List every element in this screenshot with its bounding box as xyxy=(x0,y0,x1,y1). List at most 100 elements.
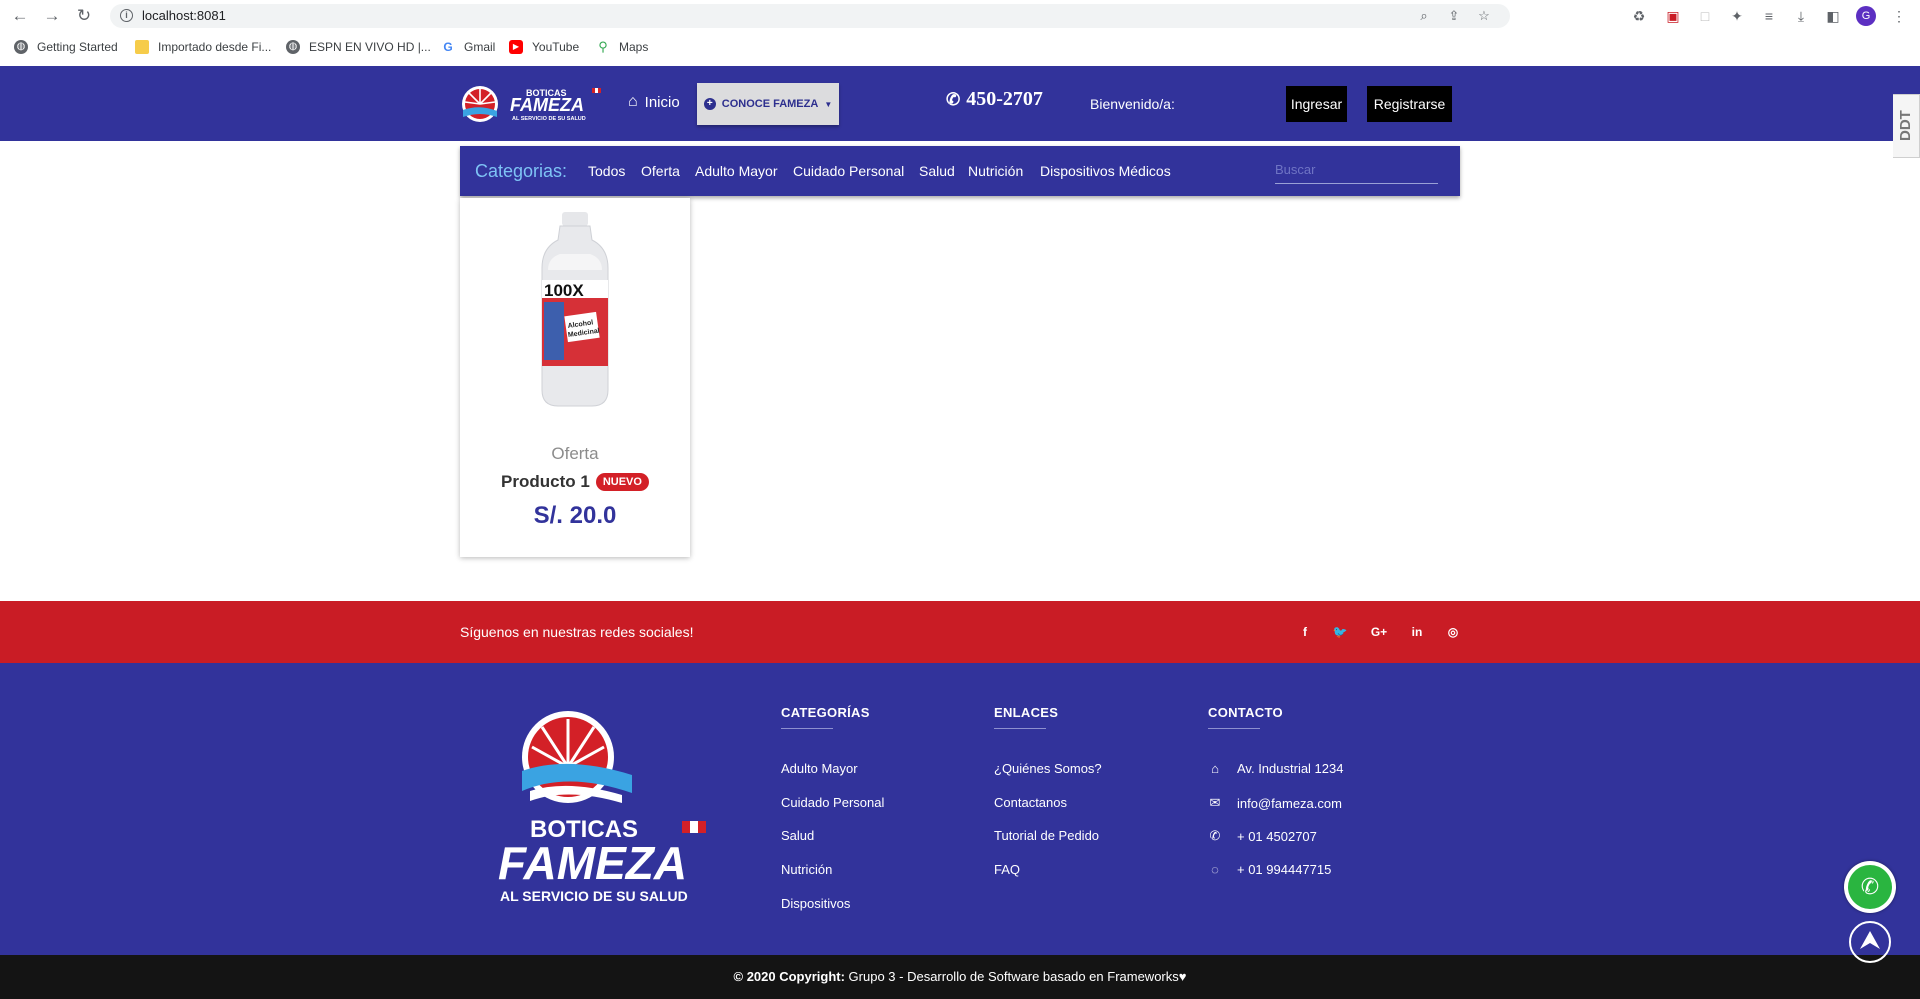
logo-main-text: FAMEZA xyxy=(510,95,584,115)
side-panel-icon[interactable]: ◧ xyxy=(1824,7,1842,25)
back-icon[interactable]: ← xyxy=(10,6,30,26)
category-dispositivos-medicos[interactable]: Dispositivos Médicos xyxy=(1040,163,1171,179)
google-icon: G xyxy=(443,40,453,54)
bookmark-star-icon[interactable]: ☆ xyxy=(1475,8,1493,24)
profile-avatar[interactable]: G xyxy=(1856,6,1876,26)
whatsapp-icon: ✆ xyxy=(1848,865,1892,909)
footer-link-tutorial[interactable]: Tutorial de Pedido xyxy=(994,828,1099,843)
register-button[interactable]: Registrarse xyxy=(1367,86,1452,122)
footer-link-dispositivos[interactable]: Dispositivos xyxy=(781,896,850,911)
footer-contacto: CONTACTO xyxy=(1208,705,1283,729)
bookmark-label: Importado desde Fi... xyxy=(158,40,272,54)
download-icon[interactable]: ⤓ xyxy=(1792,7,1810,25)
category-oferta[interactable]: Oferta xyxy=(641,163,680,179)
category-salud[interactable]: Salud xyxy=(919,163,955,179)
category-adulto-mayor[interactable]: Adulto Mayor xyxy=(695,163,777,179)
site-header: BOTICAS FAMEZA AL SERVICIO DE SU SALUD ⌂… xyxy=(0,66,1920,141)
nav-home-link[interactable]: ⌂ Inicio xyxy=(628,93,680,111)
search-input[interactable] xyxy=(1275,156,1438,184)
product-image[interactable]: 100X Alcohol Medicinal xyxy=(530,210,620,410)
scroll-to-top-button[interactable] xyxy=(1849,921,1891,963)
extensions-puzzle-icon[interactable]: ✦ xyxy=(1728,7,1746,25)
zoom-icon[interactable]: ⌕ xyxy=(1415,8,1433,24)
share-icon[interactable]: ⇪ xyxy=(1445,8,1463,24)
globe-icon: ◍ xyxy=(286,40,300,54)
footer-link-contactanos[interactable]: Contactanos xyxy=(994,795,1067,810)
contact-text: + 01 994447715 xyxy=(1237,862,1332,877)
extension-recycle-icon[interactable]: ♻ xyxy=(1630,7,1648,25)
instagram-icon[interactable]: ◎ xyxy=(1443,623,1463,641)
menu-kebab-icon[interactable]: ⋮ xyxy=(1890,7,1908,25)
linkedin-icon[interactable]: in xyxy=(1407,623,1427,641)
facebook-icon[interactable]: f xyxy=(1295,623,1315,641)
product-name[interactable]: Producto 1 xyxy=(501,472,590,492)
home-icon: ⌂ xyxy=(628,93,638,110)
bookmark-youtube[interactable]: ▶ YouTube xyxy=(509,39,579,55)
google-plus-icon[interactable]: G+ xyxy=(1369,623,1389,641)
footer-categorias: CATEGORÍAS xyxy=(781,705,870,729)
footer-link-cuidado-personal[interactable]: Cuidado Personal xyxy=(781,795,884,810)
footer-logo: BOTICAS FAMEZA AL SERVICIO DE SU SALUD xyxy=(498,711,706,904)
browser-toolbar: ← → ↻ i localhost:8081 ⌕ ⇪ ☆ ♻ ▣ □ ✦ ≡ ⤓… xyxy=(0,0,1920,32)
extension-blank-icon[interactable]: □ xyxy=(1696,7,1714,25)
dropdown-label: CONOCE FAMEZA xyxy=(721,98,819,110)
globe-icon: ◍ xyxy=(14,40,28,54)
contact-whatsapp: ◌ + 01 994447715 xyxy=(1207,862,1331,877)
contact-text[interactable]: info@fameza.com xyxy=(1237,796,1342,811)
category-todos[interactable]: Todos xyxy=(588,163,625,179)
twitter-icon[interactable]: 🐦 xyxy=(1330,623,1350,641)
folder-icon xyxy=(135,40,149,54)
contact-email: ✉ info@fameza.com xyxy=(1207,795,1342,811)
bookmark-getting-started[interactable]: ◍ Getting Started xyxy=(14,39,118,55)
site-info-icon[interactable]: i xyxy=(120,9,133,22)
bookmark-importado[interactable]: Importado desde Fi... xyxy=(135,39,271,55)
footer-logo-main: FAMEZA xyxy=(498,837,687,889)
category-cuidado-personal[interactable]: Cuidado Personal xyxy=(793,163,904,179)
footer: BOTICAS FAMEZA AL SERVICIO DE SU SALUD C… xyxy=(0,663,1920,955)
bookmark-label: Getting Started xyxy=(37,40,118,54)
fameza-logo[interactable]: BOTICAS FAMEZA AL SERVICIO DE SU SALUD xyxy=(460,84,605,124)
social-text: Síguenos en nuestras redes sociales! xyxy=(460,624,694,640)
product-price: S/. 20.0 xyxy=(533,502,617,529)
nav-home-label: Inicio xyxy=(644,93,680,111)
product-card[interactable]: 100X Alcohol Medicinal Oferta Producto 1… xyxy=(460,198,690,557)
footer-link-salud[interactable]: Salud xyxy=(781,828,814,843)
footer-link-quienes-somos[interactable]: ¿Quiénes Somos? xyxy=(994,761,1102,776)
bookmark-espn[interactable]: ◍ ESPN EN VIVO HD |... xyxy=(286,39,431,55)
footer-link-faq[interactable]: FAQ xyxy=(994,862,1020,877)
home-icon: ⌂ xyxy=(1211,761,1219,776)
product-label-brand: 100X xyxy=(544,281,584,300)
category-nutricion[interactable]: Nutrición xyxy=(968,163,1023,179)
contact-address: ⌂ Av. Industrial 1234 xyxy=(1207,761,1343,776)
phone-icon: ✆ xyxy=(1209,828,1221,843)
bookmark-label: Gmail xyxy=(464,40,496,54)
contact-text: + 01 4502707 xyxy=(1237,828,1317,844)
contact-text: Av. Industrial 1234 xyxy=(1237,761,1344,776)
whatsapp-icon: ◌ xyxy=(1211,862,1219,877)
bookmark-label: ESPN EN VIVO HD |... xyxy=(309,40,431,54)
phone-number: 450-2707 xyxy=(966,88,1043,110)
reload-icon[interactable]: ↻ xyxy=(74,6,94,26)
footer-link-nutricion[interactable]: Nutrición xyxy=(781,862,832,877)
forward-icon[interactable]: → xyxy=(42,6,62,26)
footer-link-adulto-mayor[interactable]: Adulto Mayor xyxy=(781,761,858,776)
login-button[interactable]: Ingresar xyxy=(1286,86,1347,122)
debug-toolbar-tab[interactable]: DDT xyxy=(1893,94,1920,158)
category-title: Categorias: xyxy=(475,161,568,181)
bookmark-gmail[interactable]: G Gmail xyxy=(441,39,495,55)
welcome-text: Bienvenido/a: xyxy=(1090,96,1175,112)
envelope-icon: ✉ xyxy=(1209,795,1221,810)
caret-down-icon: ▼ xyxy=(824,99,833,109)
address-bar[interactable]: i localhost:8081 ⌕ ⇪ ☆ xyxy=(110,4,1510,28)
category-bar: Categorias: Todos Oferta Adulto Mayor Cu… xyxy=(460,146,1460,196)
url-text[interactable]: localhost:8081 xyxy=(142,8,226,23)
bookmark-label: YouTube xyxy=(532,40,580,54)
footer-heading: ENLACES xyxy=(994,705,1059,720)
whatsapp-float-button[interactable]: ✆ xyxy=(1844,861,1896,913)
footer-enlaces: ENLACES xyxy=(994,705,1058,729)
bookmark-maps[interactable]: ⚲ Maps xyxy=(596,39,648,55)
conoce-fameza-dropdown[interactable]: + CONOCE FAMEZA ▼ xyxy=(697,83,839,125)
media-queue-icon[interactable]: ≡ xyxy=(1760,7,1778,25)
extension-record-icon[interactable]: ▣ xyxy=(1664,7,1682,25)
copyright-text: Grupo 3 - Desarrollo de Software basado … xyxy=(844,969,1179,984)
